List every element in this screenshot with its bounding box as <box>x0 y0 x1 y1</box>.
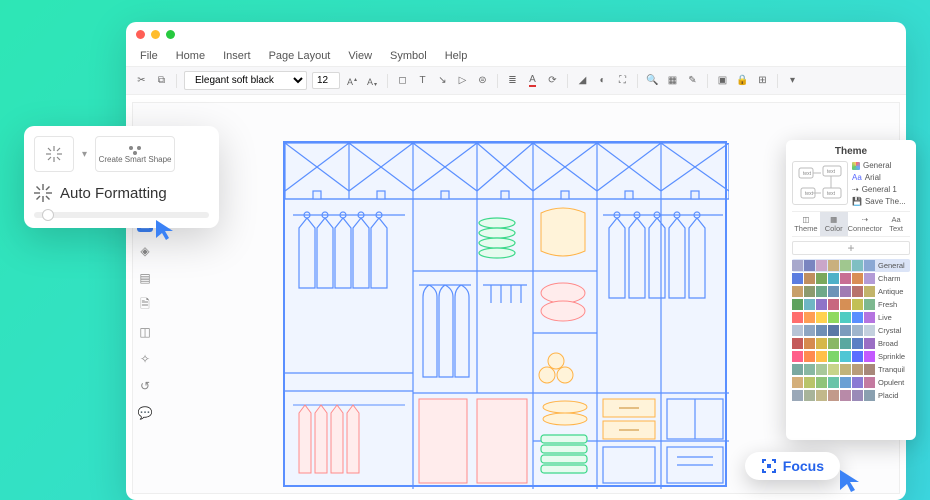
theme-swatch-row[interactable]: Live <box>792 311 910 324</box>
closet-diagram <box>283 141 727 487</box>
rail-outline-icon[interactable]: ▤ <box>137 270 153 286</box>
menu-home[interactable]: Home <box>176 50 205 62</box>
theme-tab-connector[interactable]: ⇢Connector <box>848 212 883 236</box>
pen-icon[interactable]: ✎ <box>685 73 700 88</box>
svg-text:▾: ▾ <box>374 82 377 87</box>
theme-swatch-row[interactable]: Broad <box>792 337 910 350</box>
cursor-icon <box>154 218 176 242</box>
theme-swatch-row[interactable]: Charm <box>792 272 910 285</box>
rail-clipart-icon[interactable]: ✧ <box>137 351 153 367</box>
svg-text:text: text <box>827 169 836 175</box>
svg-text:text: text <box>803 171 812 177</box>
menu-view[interactable]: View <box>348 50 372 62</box>
arrange-icon[interactable]: ⊞ <box>755 73 770 88</box>
search-icon[interactable]: 🔍 <box>645 73 660 88</box>
theme-swatch-row[interactable]: General <box>792 259 910 272</box>
fill-color-icon[interactable]: ◢ <box>575 73 590 88</box>
toolbar: ✂ ⧉ Elegant soft black A▴ A▾ ◻ T ↘ ▷ ⊜ ≣… <box>126 66 906 95</box>
font-increase-icon[interactable]: A▴ <box>345 73 360 88</box>
menu-page-layout[interactable]: Page Layout <box>269 50 331 62</box>
font-size-input[interactable] <box>312 72 340 89</box>
cut-icon[interactable]: ✂ <box>134 73 149 88</box>
svg-text:▴: ▴ <box>354 77 357 83</box>
theme-swatch-row[interactable]: Antique <box>792 285 910 298</box>
rotate-icon[interactable]: ⟳ <box>545 73 560 88</box>
auto-format-popup: ▾ Create Smart Shape Auto Formatting <box>24 126 219 228</box>
theme-swatch-row[interactable]: Crystal <box>792 324 910 337</box>
create-smart-shape-button[interactable]: Create Smart Shape <box>95 136 175 172</box>
rail-comments-icon[interactable]: 💬 <box>137 405 153 421</box>
menu-symbol[interactable]: Symbol <box>390 50 427 62</box>
rail-history-icon[interactable]: ↺ <box>137 378 153 394</box>
theme-preview-thumb[interactable]: text text text text <box>792 161 848 205</box>
auto-formatting-item[interactable]: Auto Formatting <box>34 184 209 202</box>
shadow-icon[interactable]: ◐ <box>595 73 610 88</box>
line-tool-icon[interactable]: ↘ <box>435 73 450 88</box>
menu-file[interactable]: File <box>140 50 158 62</box>
font-decrease-icon[interactable]: A▾ <box>365 73 380 88</box>
crop-icon[interactable]: ⛶ <box>615 73 630 88</box>
theme-add-button[interactable]: + <box>792 241 910 255</box>
menu-help[interactable]: Help <box>445 50 468 62</box>
titlebar <box>126 22 906 46</box>
theme-swatch-row[interactable]: Opulent <box>792 376 910 389</box>
theme-opt-general[interactable]: General <box>852 161 910 170</box>
rail-image-icon[interactable]: ◫ <box>137 324 153 340</box>
theme-opt-connector[interactable]: ⇢General 1 <box>852 185 910 194</box>
svg-text:A: A <box>367 77 373 87</box>
font-family-select[interactable]: Elegant soft black <box>184 71 307 90</box>
shape-tool-icon[interactable]: ◻ <box>395 73 410 88</box>
minimize-traffic-light[interactable] <box>151 30 160 39</box>
theme-swatch-row[interactable]: Placid <box>792 389 910 402</box>
copy-icon[interactable]: ⧉ <box>154 73 169 88</box>
pointer-tool-icon[interactable]: ▷ <box>455 73 470 88</box>
theme-panel-title: Theme <box>792 146 910 157</box>
theme-panel: Theme text text text text General AaArial ⇢… <box>786 140 916 440</box>
align-tool-icon[interactable]: ≣ <box>505 73 520 88</box>
layers-icon[interactable]: ▦ <box>665 73 680 88</box>
lock-icon[interactable]: 🔒 <box>735 73 750 88</box>
svg-text:text: text <box>805 191 814 197</box>
menu-bar: File Home Insert Page Layout View Symbol… <box>126 46 906 66</box>
canvas[interactable]: » ⊞ ◈ ▤ 🗎 ◫ ✧ ↺ 💬 <box>132 102 900 494</box>
text-tool-icon[interactable]: T <box>415 73 430 88</box>
sparkle-button[interactable] <box>34 136 74 172</box>
rail-page-icon[interactable]: 🗎 <box>137 297 153 313</box>
cursor-icon <box>838 468 862 494</box>
more-icon[interactable]: ▾ <box>785 73 800 88</box>
popup-slider[interactable] <box>34 212 209 218</box>
font-color-icon[interactable]: A <box>525 73 540 88</box>
sparkle-icon <box>34 184 52 202</box>
menu-insert[interactable]: Insert <box>223 50 251 62</box>
theme-tab-color[interactable]: ▦Color <box>820 212 848 236</box>
connector-tool-icon[interactable]: ⊜ <box>475 73 490 88</box>
svg-text:A: A <box>347 77 353 87</box>
theme-opt-save[interactable]: 💾Save The... <box>852 197 910 206</box>
svg-text:text: text <box>827 191 836 197</box>
rail-layers-icon[interactable]: ◈ <box>137 243 153 259</box>
theme-opt-font[interactable]: AaArial <box>852 173 910 182</box>
theme-swatch-row[interactable]: Sprinkle <box>792 350 910 363</box>
theme-swatch-row[interactable]: Fresh <box>792 298 910 311</box>
close-traffic-light[interactable] <box>136 30 145 39</box>
focus-icon <box>761 458 777 474</box>
group-icon[interactable]: ▣ <box>715 73 730 88</box>
focus-button[interactable]: Focus <box>745 452 840 480</box>
theme-tab-text[interactable]: AaText <box>882 212 910 236</box>
theme-tab-theme[interactable]: ◫Theme <box>792 212 820 236</box>
maximize-traffic-light[interactable] <box>166 30 175 39</box>
theme-swatch-row[interactable]: Tranquil <box>792 363 910 376</box>
